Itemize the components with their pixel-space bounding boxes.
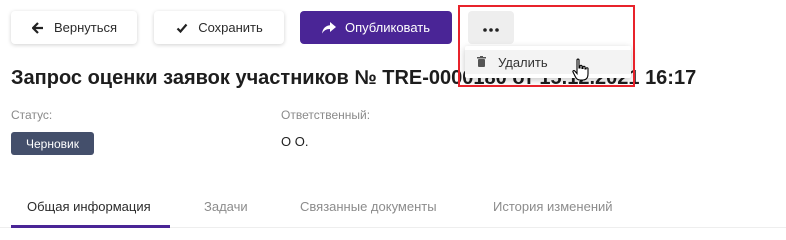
save-button-label: Сохранить xyxy=(198,20,263,35)
share-arrow-icon xyxy=(321,21,336,35)
tab-tasks[interactable]: Задачи xyxy=(204,184,248,228)
more-actions-dropdown: Удалить xyxy=(465,46,631,78)
hand-cursor-icon xyxy=(572,58,589,81)
more-actions-button[interactable] xyxy=(468,11,514,44)
owner-label: Ответственный: xyxy=(281,108,371,122)
more-dots-icon xyxy=(483,20,499,35)
status-badge: Черновик xyxy=(11,132,94,155)
arrow-left-icon xyxy=(31,21,45,35)
back-button-label: Вернуться xyxy=(53,20,118,35)
menu-item-delete-label: Удалить xyxy=(498,54,548,70)
publish-button-label: Опубликовать xyxy=(344,20,430,35)
tab-general-info[interactable]: Общая информация xyxy=(27,184,151,228)
trash-icon xyxy=(477,55,486,70)
status-label: Статус: xyxy=(11,108,53,122)
save-button[interactable]: Сохранить xyxy=(154,11,284,44)
tab-related-documents[interactable]: Связанные документы xyxy=(300,184,437,228)
active-tab-indicator xyxy=(11,225,170,228)
check-icon xyxy=(175,21,189,35)
publish-button[interactable]: Опубликовать xyxy=(300,11,452,44)
back-button[interactable]: Вернуться xyxy=(11,11,137,44)
page-title: Запрос оценки заявок участников № TRE-00… xyxy=(11,67,697,89)
tab-change-history[interactable]: История изменений xyxy=(493,184,613,228)
owner-value: О О. xyxy=(281,134,309,149)
menu-item-delete[interactable]: Удалить xyxy=(465,50,631,74)
tabs-bar: Общая информация Задачи Связанные докуме… xyxy=(0,184,786,228)
